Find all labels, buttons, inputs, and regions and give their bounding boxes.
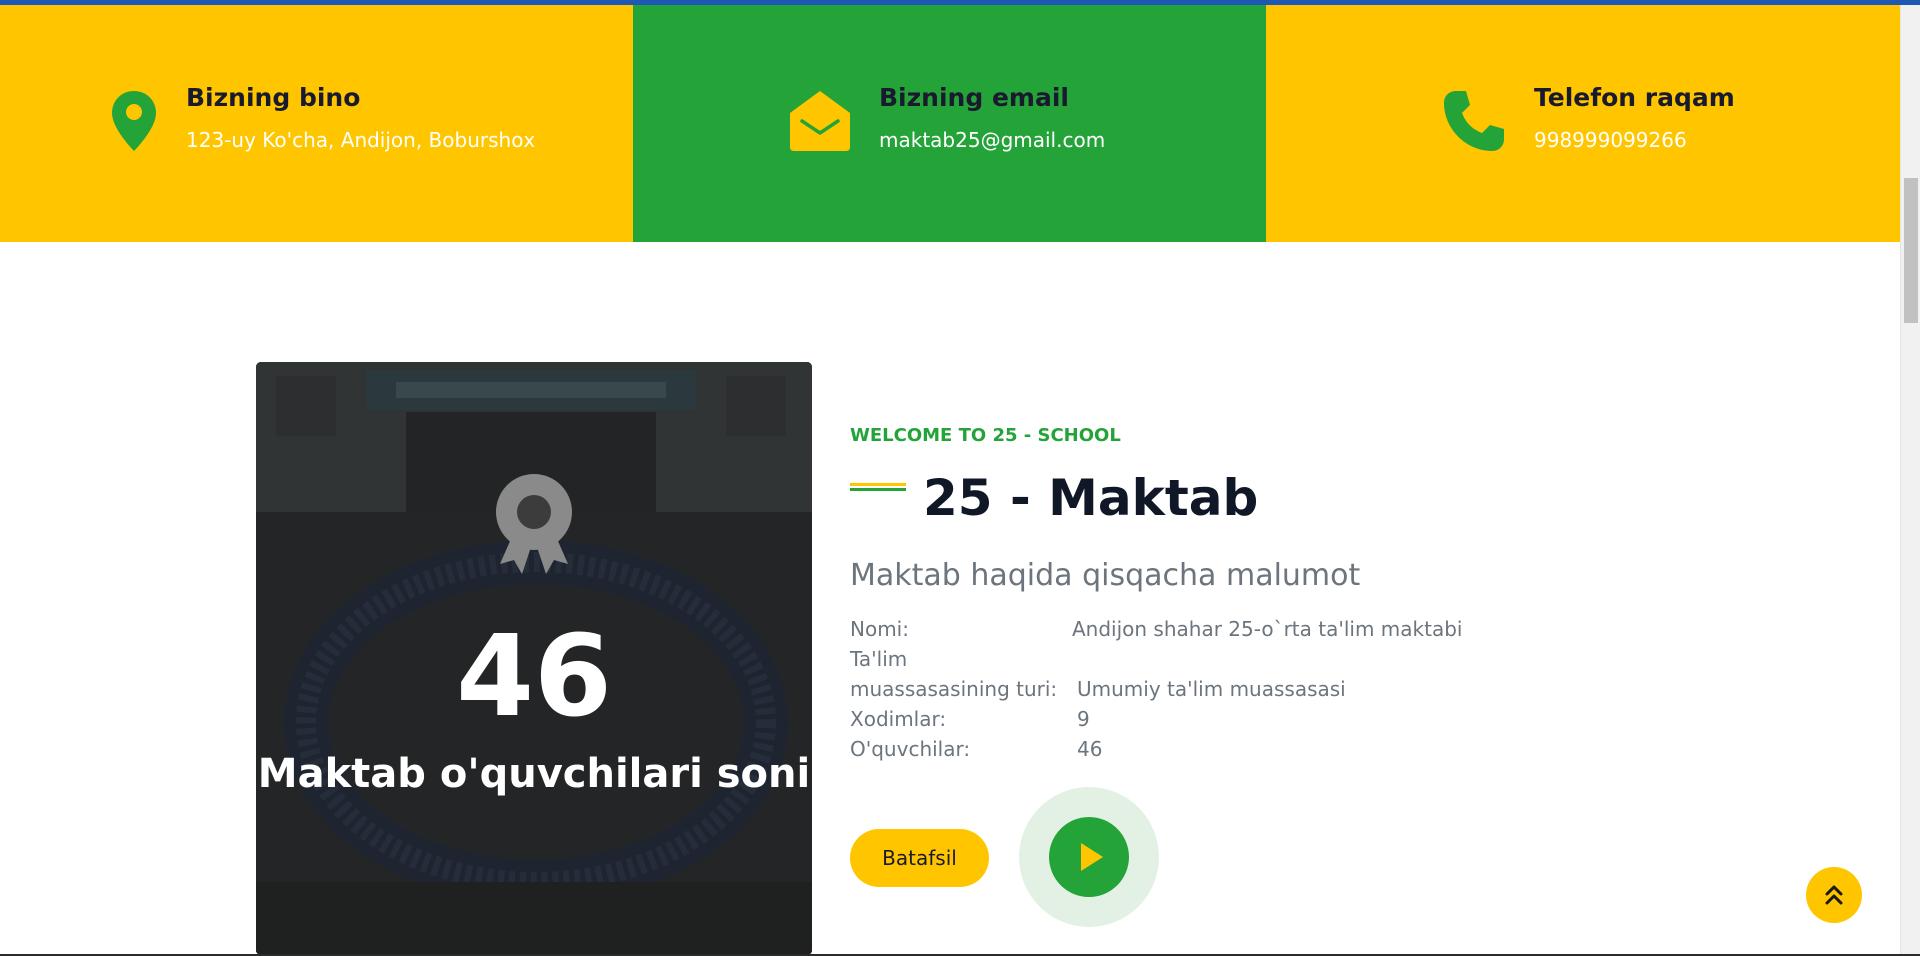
page-title: 25 - Maktab [923, 469, 1259, 527]
phone-icon [1442, 89, 1506, 157]
page-subtitle: Maktab haqida qisqacha malumot [850, 558, 1361, 593]
info-value-staff: 9 [1077, 707, 1090, 731]
play-icon [1081, 843, 1103, 875]
contact-value-email: maktab25@gmail.com [879, 128, 1106, 152]
student-count-card: 46 Maktab o'quvchilari soni [256, 362, 812, 954]
contact-card-address: Bizning bino 123-uy Ko'cha, Andijon, Bob… [0, 5, 633, 242]
info-value-type: Umumiy ta'lim muassasasi [1077, 677, 1346, 701]
contact-title-address: Bizning bino [186, 83, 361, 112]
contact-value-address: 123-uy Ko'cha, Andijon, Boburshoх [186, 128, 536, 152]
award-icon [494, 472, 574, 578]
contact-card-phone: Telefon raqam 998999099266 [1266, 5, 1900, 242]
play-button-core [1049, 817, 1129, 897]
vertical-scrollbar[interactable] [1900, 5, 1920, 954]
welcome-eyebrow: WELCOME TO 25 - SCHOOL [850, 425, 1121, 446]
info-label-name: Nomi: [850, 617, 909, 641]
scroll-to-top-button[interactable] [1806, 867, 1862, 923]
scrollbar-thumb[interactable] [1904, 178, 1918, 323]
contact-title-phone: Telefon raqam [1534, 83, 1735, 112]
contact-value-phone: 998999099266 [1534, 128, 1687, 152]
student-count-number: 46 [456, 612, 612, 742]
info-label-type-line2: muassasasining turi: [850, 677, 1058, 701]
play-video-button[interactable] [1019, 787, 1159, 927]
accent-line-green [850, 488, 906, 491]
chevron-double-up-icon [1825, 884, 1843, 910]
envelope-icon [788, 89, 852, 157]
info-value-students: 46 [1077, 737, 1103, 761]
accent-line-yellow [850, 483, 906, 486]
contact-band: Bizning bino 123-uy Ko'cha, Andijon, Bob… [0, 5, 1900, 242]
info-label-staff: Xodimlar: [850, 707, 947, 731]
contact-card-email: Bizning email maktab25@gmail.com [633, 5, 1266, 242]
info-label-students: O'quvchilar: [850, 737, 971, 761]
page-viewport: Bizning bino 123-uy Ko'cha, Andijon, Bob… [0, 5, 1900, 954]
student-count-label: Maktab o'quvchilari soni [257, 751, 811, 797]
contact-title-email: Bizning email [879, 83, 1069, 112]
map-pin-icon [110, 89, 158, 157]
title-accent-lines [850, 483, 906, 491]
info-value-name: Andijon shahar 25-o`rta ta'lim maktabi [1072, 617, 1463, 641]
more-details-button[interactable]: Batafsil [850, 829, 989, 887]
info-label-type-line1: Ta'lim [850, 647, 908, 671]
